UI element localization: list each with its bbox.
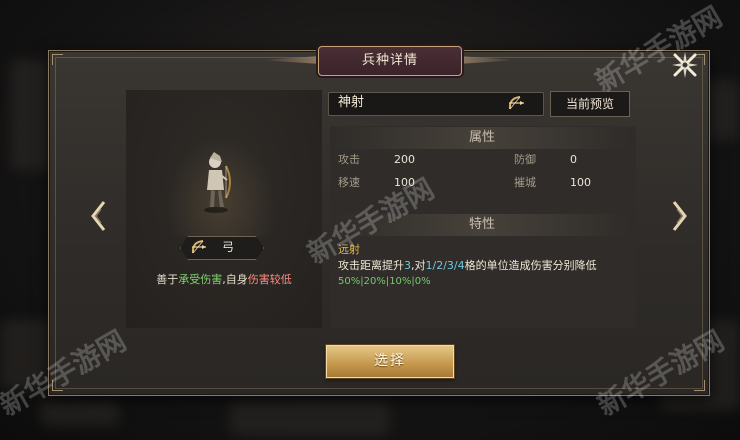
frame-corner [694, 380, 705, 391]
attr-value-defense: 0 [570, 153, 577, 166]
trait-desc-part: ,对 [411, 259, 426, 272]
frame-corner [52, 54, 63, 65]
desc-strength: 承受伤害 [178, 273, 223, 286]
unit-description: 善于承受伤害,自身伤害较低 [136, 272, 312, 288]
trait-percentages: 50%|20%|10%|0% [338, 276, 431, 287]
attr-value-attack: 200 [394, 153, 415, 166]
archer-unit-sprite [204, 152, 231, 213]
attr-label-siege: 摧城 [514, 176, 536, 189]
dialog-title: 兵种详情 [318, 46, 462, 76]
attr-label-attack: 攻击 [338, 153, 360, 166]
trait-grid-values: 1/2/3/4 [425, 259, 465, 272]
trait-range-value: 3 [404, 259, 411, 272]
current-preview-button[interactable]: 当前预览 [550, 91, 630, 117]
desc-prefix: 善于 [156, 273, 179, 286]
bow-icon [191, 240, 206, 254]
chevron-left-icon [91, 201, 106, 231]
trait-desc-part: 攻击距离提升 [338, 259, 404, 272]
desc-mid: ,自身 [222, 273, 248, 286]
background-panel [40, 400, 120, 426]
background-panel [230, 400, 390, 436]
unit-name: 神射 [338, 95, 365, 110]
trait-description: 攻击距离提升3,对1/2/3/4格的单位造成伤害分别降低 [338, 259, 632, 273]
desc-weakness: 伤害较低 [247, 273, 292, 286]
attributes-header: 属性 [332, 127, 632, 149]
attr-label-defense: 防御 [514, 153, 536, 166]
next-unit-arrow[interactable] [670, 200, 688, 232]
chevron-right-icon [672, 201, 687, 231]
attr-value-siege: 100 [570, 176, 591, 189]
select-button[interactable]: 选择 [326, 345, 454, 378]
attr-label-speed: 移速 [338, 176, 360, 189]
trait-desc-part: 格的单位造成伤害分别降低 [464, 259, 597, 272]
unit-type-label: 弓 [222, 240, 235, 254]
previous-unit-arrow[interactable] [90, 200, 108, 232]
bow-icon [508, 96, 524, 110]
